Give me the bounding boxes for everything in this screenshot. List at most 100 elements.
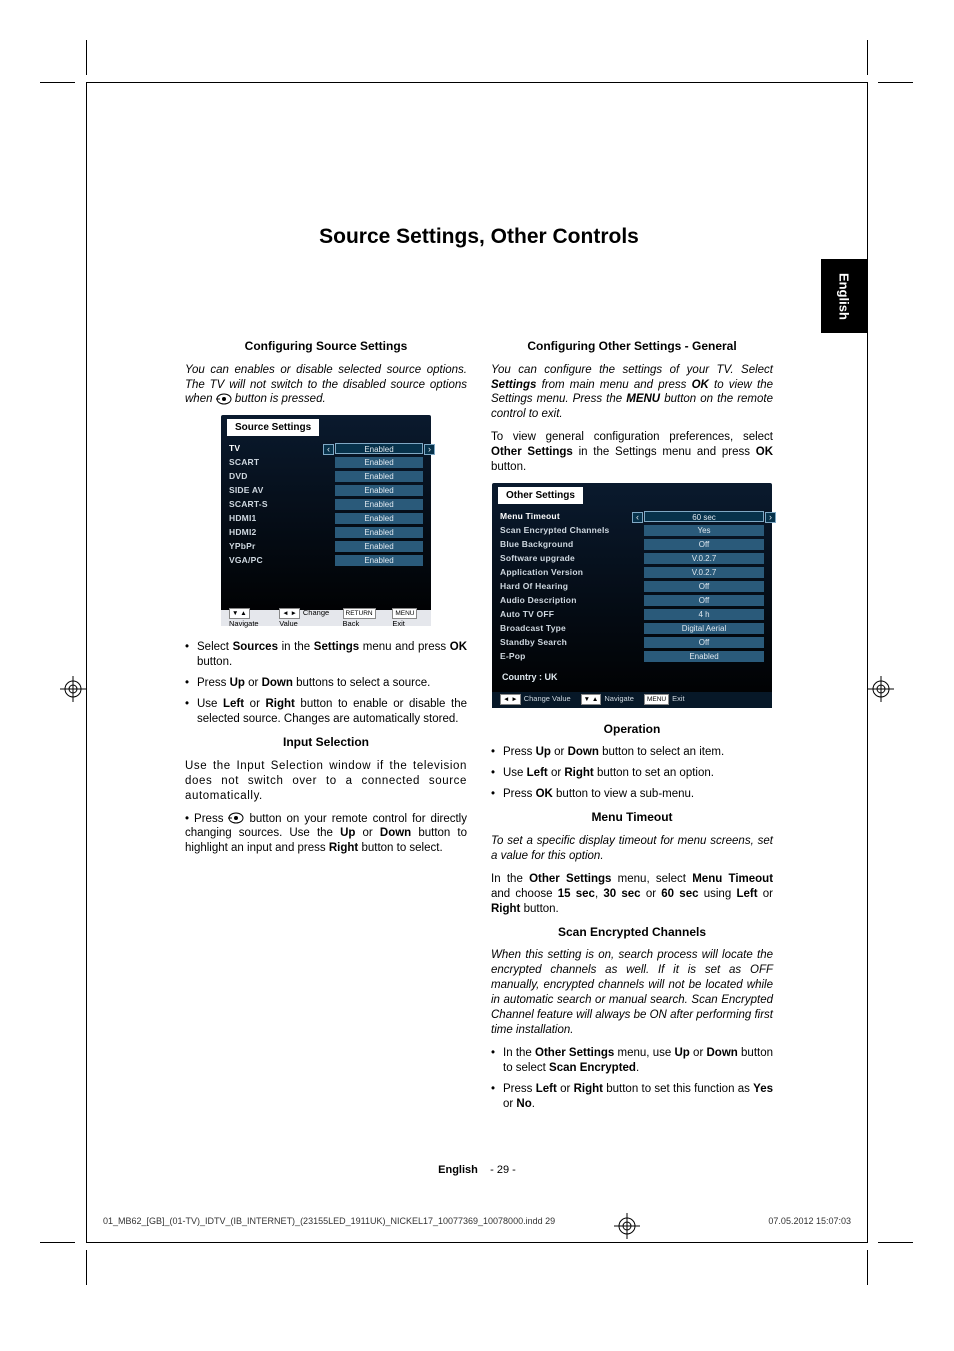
section-heading: Input Selection [185,735,467,751]
osd-title: Other Settings [498,487,583,504]
crop-mark [86,40,87,75]
hint-key: RETURN [343,608,376,619]
osd-row-value: Enabled [335,527,423,538]
osd-rows: Menu Timeout60 sec‹›Scan Encrypted Chann… [492,510,772,663]
text: Other Settings [535,1047,614,1059]
paragraph: • Press button on your remote control fo… [185,812,467,857]
text: - 29 - [490,1164,516,1176]
list-item: Press Up or Down button to select an ite… [491,745,773,760]
hint-label: Exit [672,694,685,703]
text: button is pressed. [235,393,326,405]
text: . [636,1062,639,1074]
osd-row-label: Application Version [500,567,644,578]
osd-row-value: Enabled [335,457,423,468]
crop-mark [40,82,75,83]
osd-row-value: V.0.2.7 [644,553,764,564]
hint-key: MENU [644,694,669,705]
osd-row-label: Audio Description [500,595,644,606]
bullet-list: Press Up or Down button to select an ite… [491,745,773,802]
text: 60 sec [661,888,698,900]
country-label: Country : UK [492,664,772,684]
bullet-list: In the Other Settings menu, use Up or Do… [491,1046,773,1112]
page-number: English - 29 - [87,1164,867,1176]
text: • Press [185,813,228,825]
section-heading: Scan Encrypted Channels [491,925,773,941]
hint-label: Change Value [524,694,571,703]
osd-row-value: 60 sec‹› [644,511,764,522]
text: or [758,888,773,900]
text: or [363,827,380,839]
source-button-icon [228,812,244,824]
section-heading: Configuring Source Settings [185,339,467,355]
osd-row-label: HDMI2 [229,527,335,538]
text: or [641,888,662,900]
left-column: Configuring Source Settings You can enab… [185,333,467,1120]
osd-row-label: DVD [229,471,335,482]
text: OK [692,379,709,391]
text: Press [503,1083,536,1095]
crop-mark [867,40,868,75]
crop-mark [867,1250,868,1285]
osd-row-value: 4 h [644,609,764,620]
text: using [699,888,737,900]
osd-row: Broadcast TypeDigital Aerial [492,622,772,635]
hint-label: Back [343,619,360,628]
hint-key: ◄ ► [279,608,300,619]
text: Scan Encrypted [549,1062,636,1074]
osd-row-label: Hard Of Hearing [500,581,644,592]
text: menu, select [611,873,692,885]
hint-label: Navigate [229,619,259,628]
text: 30 sec [603,888,640,900]
list-item: Use Left or Right button to set an optio… [491,766,773,781]
section-heading: Menu Timeout [491,810,773,826]
text: Left [536,1083,557,1095]
text: English [438,1164,478,1176]
section-heading: Configuring Other Settings - General [491,339,773,355]
text: Down [707,1047,738,1059]
section-heading: Operation [491,722,773,738]
osd-row: Software upgradeV.0.2.7 [492,552,772,565]
chevron-left-icon: ‹ [632,512,643,523]
paragraph: Use the Input Selection window if the te… [185,759,467,804]
osd-row: Menu Timeout60 sec‹› [492,510,772,523]
text: Up [674,1047,689,1059]
footer-timestamp: 07.05.2012 15:07:03 [768,1216,851,1226]
text: In the [491,873,529,885]
osd-row: Auto TV OFF4 h [492,608,772,621]
page-title: Source Settings, Other Controls [185,225,773,249]
right-column: Configuring Other Settings - General You… [491,333,773,1120]
list-item: Use Left or Right button to enable or di… [185,697,467,727]
osd-row-value: Enabled [335,471,423,482]
crop-mark [878,82,913,83]
other-settings-osd: Other Settings Menu Timeout60 sec‹›Scan … [492,483,772,708]
text: Up [340,827,355,839]
hint-label: Navigate [604,694,634,703]
text: Down [380,827,411,839]
text: In the [503,1047,535,1059]
osd-row: Scan Encrypted ChannelsYes [492,524,772,537]
osd-row-value: Enabled [335,555,423,566]
osd-row: Hard Of HearingOff [492,580,772,593]
hint-key: ▼ ▲ [229,608,250,619]
osd-row-label: VGA/PC [229,555,335,566]
crop-mark [878,1242,913,1243]
text: Right [329,842,358,854]
hint-key: MENU [392,608,417,619]
text: Left [736,888,757,900]
text: . [532,1098,535,1110]
text: Settings [491,379,536,391]
osd-row: SCART-SEnabled [221,498,431,511]
osd-row: Standby SearchOff [492,636,772,649]
osd-row-value: Enabled [335,499,423,510]
text: Right [491,903,520,915]
osd-footer: ◄ ►Change Value ▼ ▲Navigate MENUExit [492,692,772,708]
paragraph: When this setting is on, search process … [491,948,773,1038]
text: To view general configuration preference… [491,431,773,443]
text: button. [491,461,526,473]
osd-row-value: Enabled [335,485,423,496]
osd-row-label: Blue Background [500,539,644,550]
osd-row-value: Enabled [335,513,423,524]
text: or [503,1098,516,1110]
osd-row: DVDEnabled [221,470,431,483]
osd-row: Blue BackgroundOff [492,538,772,551]
